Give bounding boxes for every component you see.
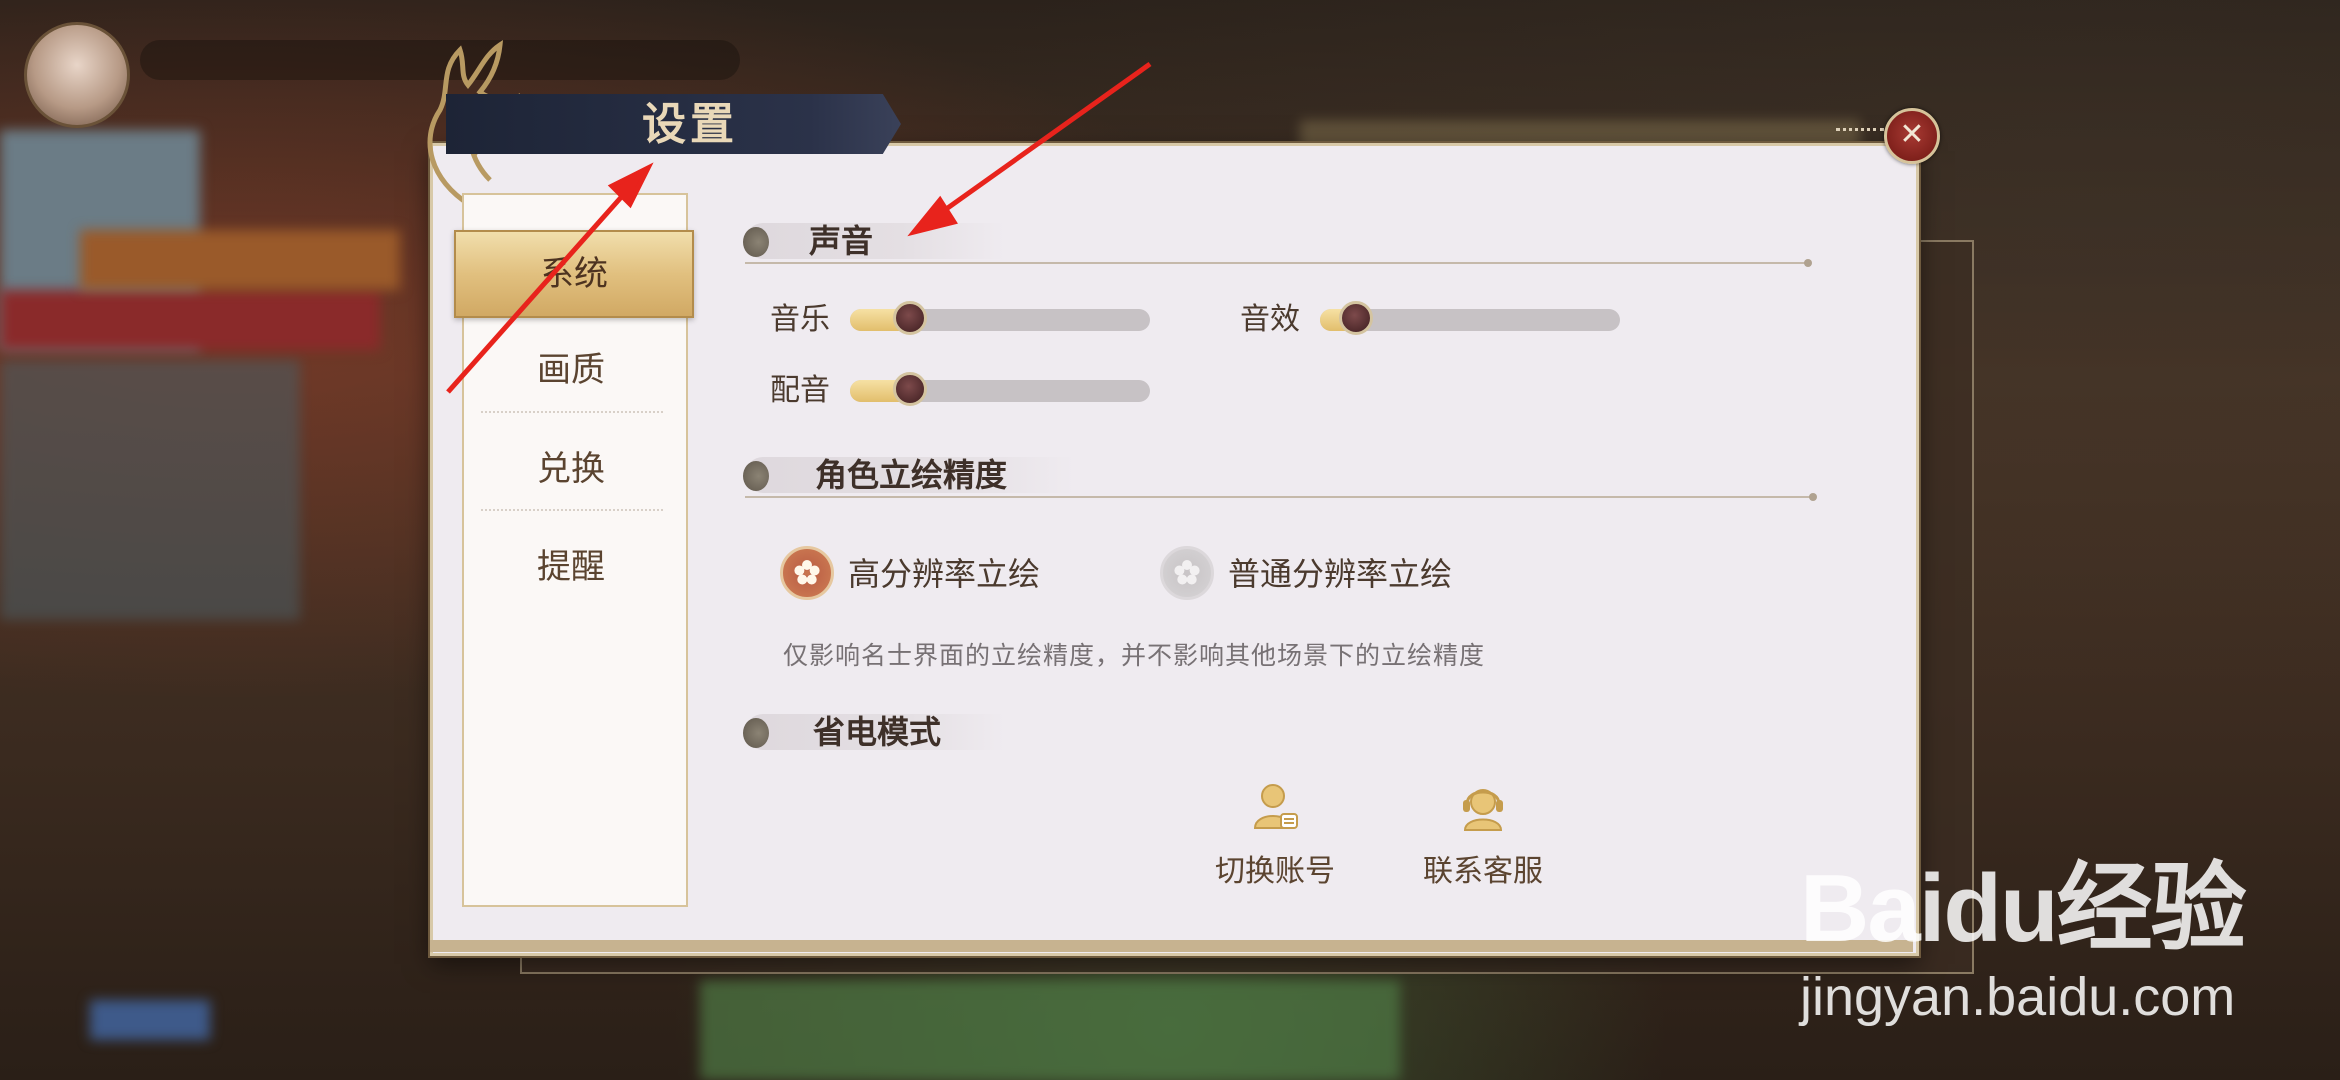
slider-knob[interactable]	[893, 372, 927, 406]
player-avatar[interactable]	[24, 22, 130, 128]
watermark-logo: Baidu经验	[1800, 855, 2247, 962]
section-divider	[745, 493, 1817, 501]
slider-knob[interactable]	[1339, 301, 1373, 335]
watermark-url: jingyan.baidu.com	[1800, 967, 2236, 1027]
switch-account-button[interactable]: 切换账号	[1200, 782, 1350, 902]
contact-service-button[interactable]: 联系客服	[1408, 782, 1558, 902]
bg-blur-roof	[80, 230, 400, 290]
dialog-title: 设置	[642, 99, 738, 150]
sfx-slider[interactable]	[1320, 301, 1620, 335]
section-scroll-cap	[743, 461, 769, 491]
close-icon: ✕	[1899, 117, 1925, 152]
tab-graphics[interactable]: 画质	[480, 328, 662, 412]
customer-service-headset-icon	[1463, 789, 1503, 831]
tab-reminder[interactable]: 提醒	[480, 525, 662, 609]
tab-redeem[interactable]: 兑换	[480, 427, 662, 511]
switch-account-icon	[1253, 784, 1298, 829]
section-scroll-cap	[743, 718, 769, 748]
music-slider[interactable]	[850, 301, 1150, 335]
section-scroll-cap	[743, 227, 769, 257]
section-sound-title: 声音	[809, 222, 874, 260]
contact-service-label: 联系客服	[1423, 854, 1543, 889]
dialog-bottom-border	[430, 940, 1913, 952]
option-high-res[interactable]: 高分辨率立绘	[780, 544, 1080, 604]
flower-radio-selected-icon	[780, 546, 834, 600]
sidebar-divider	[481, 411, 663, 413]
bg-blur-list	[0, 360, 300, 620]
section-portrait-header: 角色立绘精度	[743, 453, 1345, 497]
tab-system[interactable]: 系统	[454, 230, 694, 318]
bg-blur-chat	[90, 1000, 210, 1040]
option-normal-res-label: 普通分辨率立绘	[1228, 555, 1453, 593]
section-divider	[745, 259, 1812, 267]
section-power-title: 省电模式	[813, 713, 942, 751]
sfx-label: 音效	[1240, 302, 1300, 337]
option-normal-res[interactable]: 普通分辨率立绘	[1160, 544, 1500, 604]
slider-knob[interactable]	[893, 301, 927, 335]
bg-blur-banner	[0, 290, 380, 350]
music-label: 音乐	[770, 302, 830, 337]
section-sound-header: 声音	[743, 219, 1245, 263]
section-portrait-title: 角色立绘精度	[815, 456, 1008, 494]
section-power-header: 省电模式	[743, 710, 1245, 754]
close-decoration	[1836, 128, 1884, 137]
baidu-jingyan-watermark: Baidu经验 jingyan.baidu.com	[1800, 830, 2320, 1050]
portrait-note: 仅影响名士界面的立绘精度，并不影响其他场景下的立绘精度	[783, 641, 1486, 670]
voice-slider[interactable]	[850, 372, 1150, 406]
flower-radio-unselected-icon	[1160, 546, 1214, 600]
bg-blur-leaves	[700, 980, 1400, 1080]
close-button[interactable]: ✕	[1884, 108, 1940, 164]
voice-label: 配音	[770, 373, 830, 408]
option-high-res-label: 高分辨率立绘	[848, 555, 1041, 593]
sidebar-divider	[481, 509, 663, 511]
section-brush	[745, 223, 1005, 259]
switch-account-label: 切换账号	[1215, 854, 1335, 889]
